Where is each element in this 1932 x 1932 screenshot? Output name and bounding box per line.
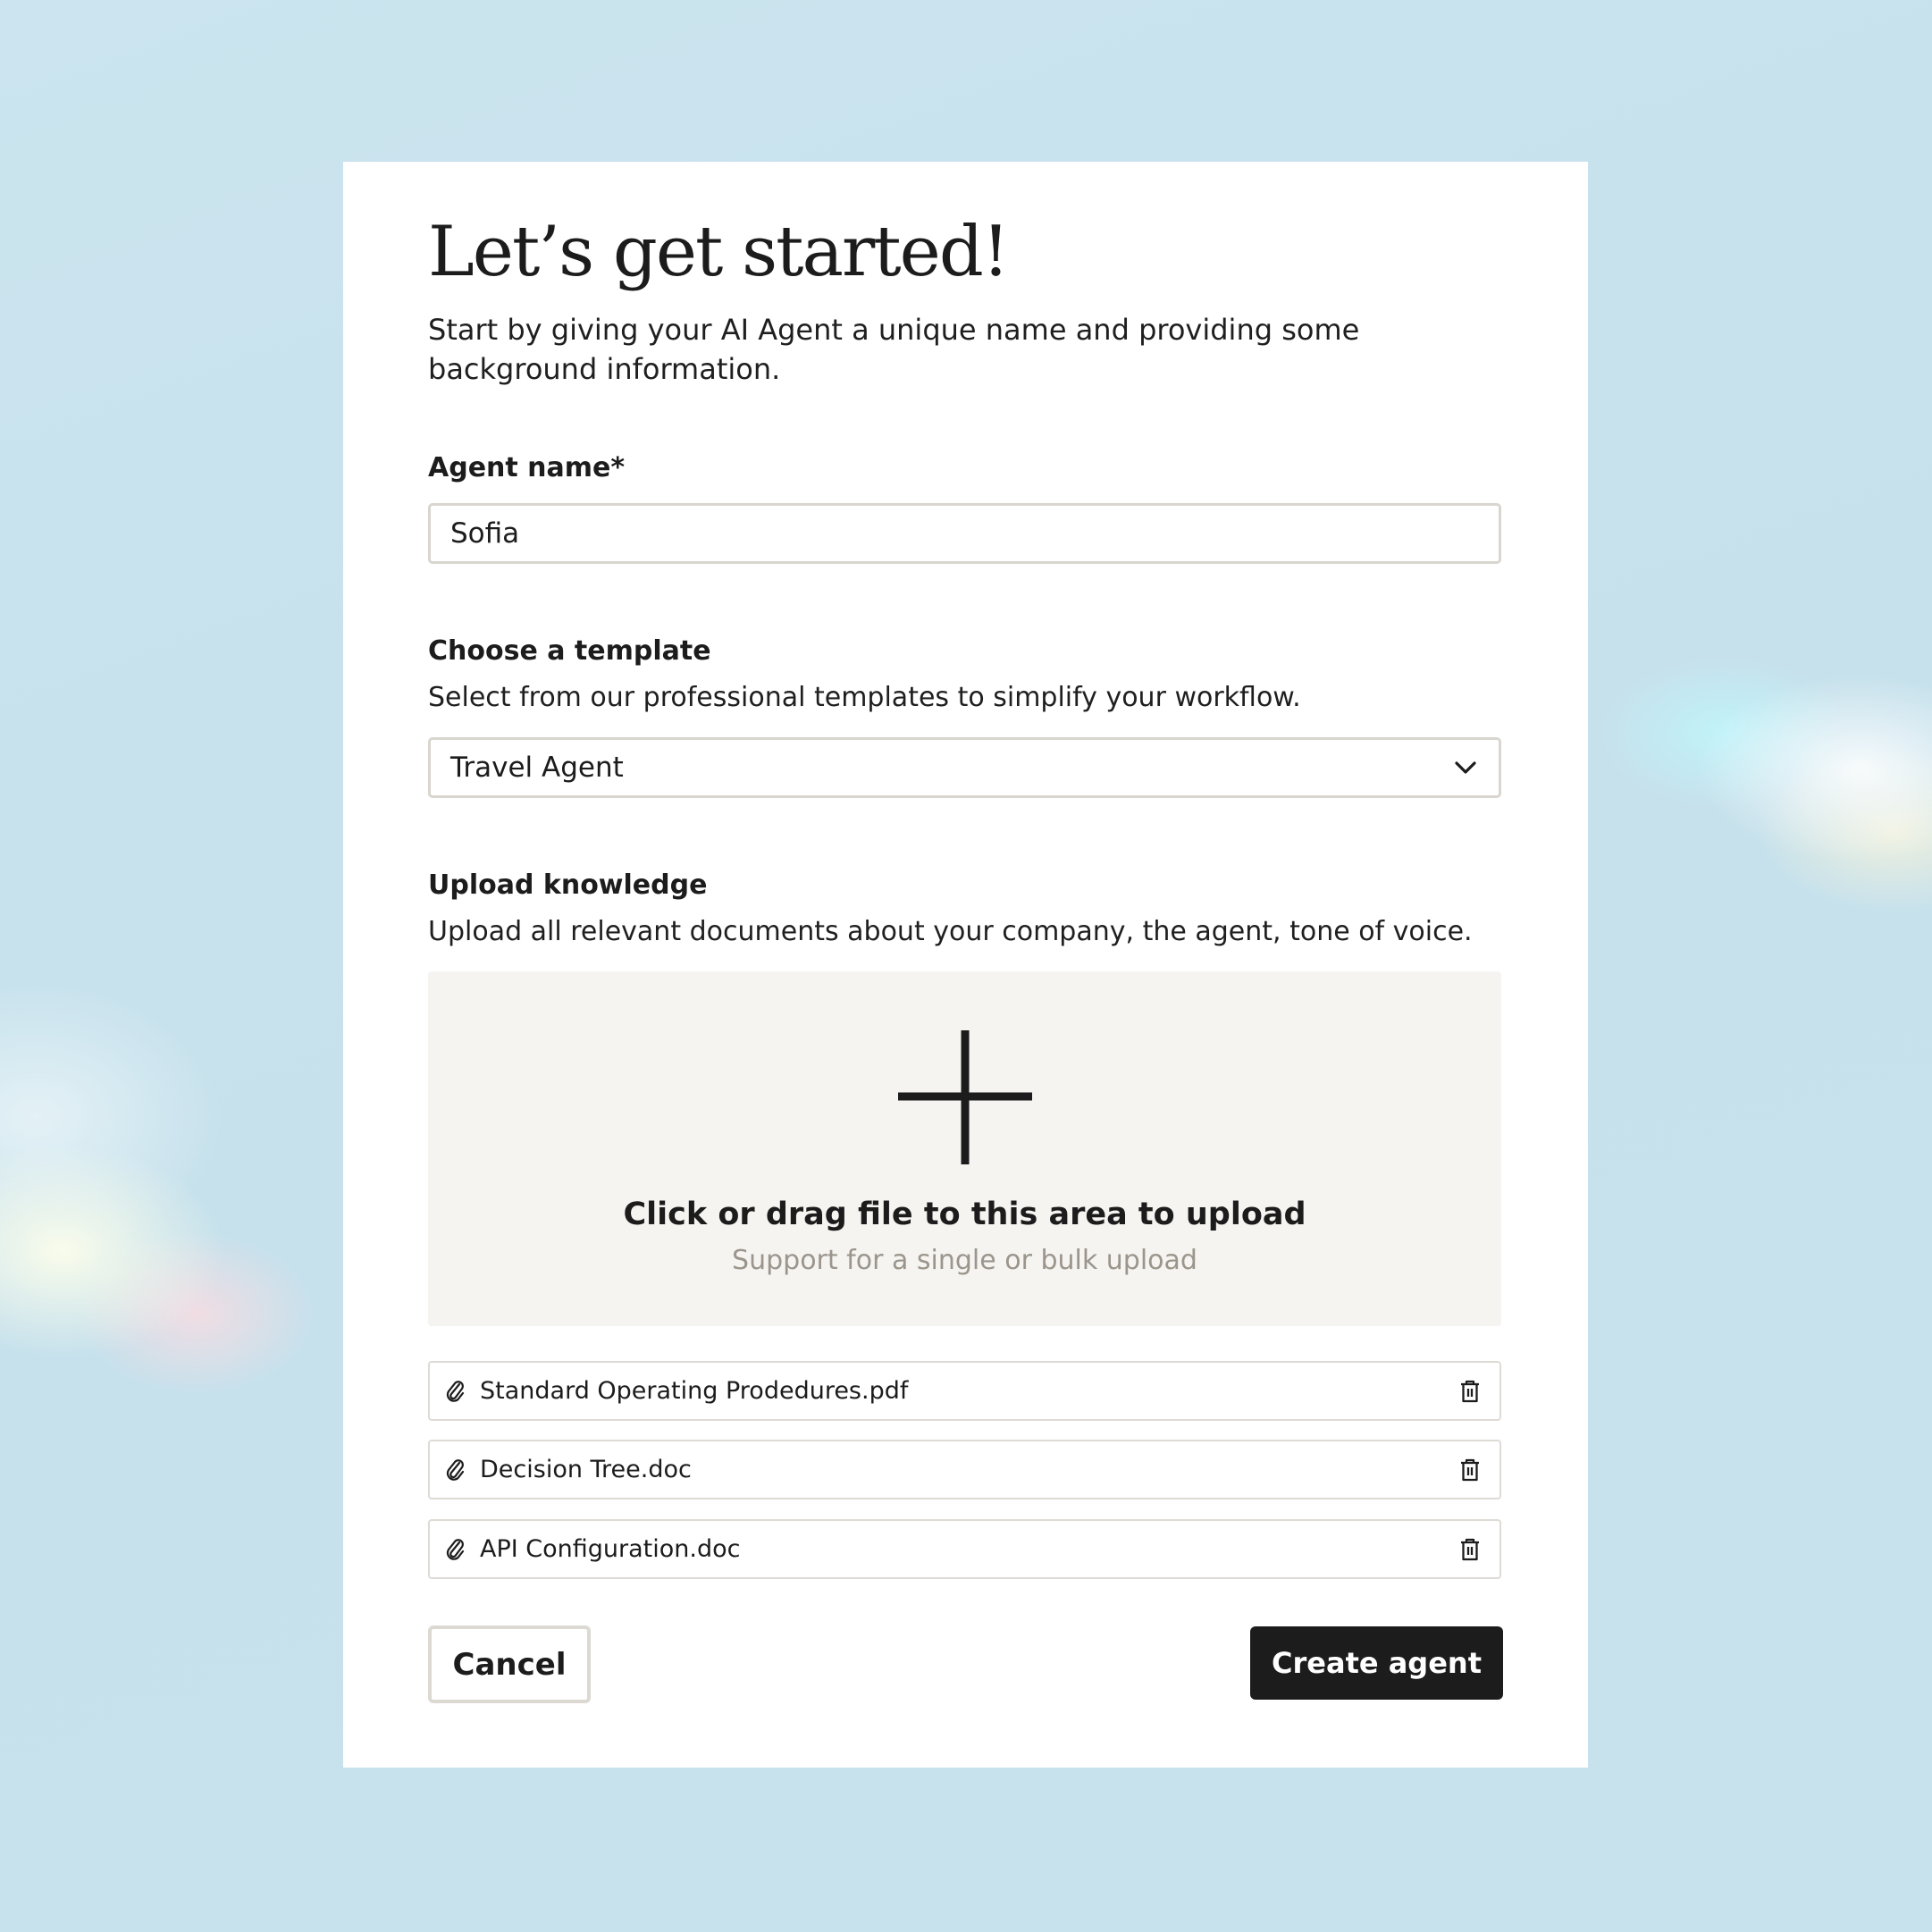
- cancel-button[interactable]: Cancel: [428, 1625, 591, 1703]
- paperclip-icon: [446, 1457, 467, 1483]
- template-label: Choose a template: [428, 635, 711, 667]
- file-name: Standard Operating Prodedures.pdf: [480, 1377, 909, 1405]
- uploaded-file-item: API Configuration.doc: [428, 1519, 1501, 1579]
- trash-icon[interactable]: [1457, 1377, 1483, 1406]
- uploaded-file-item: Standard Operating Prodedures.pdf: [428, 1361, 1501, 1421]
- upload-help: Upload all relevant documents about your…: [428, 916, 1473, 947]
- uploaded-file-item: Decision Tree.doc: [428, 1440, 1501, 1499]
- dropzone-title: Click or drag file to this area to uploa…: [623, 1197, 1306, 1232]
- plus-icon: [898, 1030, 1032, 1164]
- file-name: Decision Tree.doc: [480, 1456, 692, 1483]
- file-name: API Configuration.doc: [480, 1535, 741, 1563]
- page-intro: Start by giving your AI Agent a unique n…: [428, 313, 1360, 386]
- create-agent-button[interactable]: Create agent: [1250, 1626, 1503, 1700]
- trash-icon[interactable]: [1457, 1456, 1483, 1484]
- paperclip-icon: [446, 1378, 467, 1405]
- agent-name-input[interactable]: Sofia: [428, 503, 1501, 564]
- chevron-down-icon: [1452, 754, 1479, 781]
- paperclip-icon: [446, 1536, 467, 1563]
- agent-name-label: Agent name*: [428, 452, 626, 483]
- upload-dropzone[interactable]: Click or drag file to this area to uploa…: [428, 971, 1501, 1326]
- agent-name-value: Sofia: [450, 517, 520, 550]
- trash-icon[interactable]: [1457, 1535, 1483, 1564]
- upload-label: Upload knowledge: [428, 869, 708, 901]
- create-agent-card: Let’s get started! Start by giving your …: [343, 162, 1588, 1768]
- template-help: Select from our professional templates t…: [428, 682, 1301, 713]
- template-select[interactable]: Travel Agent: [428, 737, 1501, 798]
- dropzone-subtitle: Support for a single or bulk upload: [732, 1245, 1197, 1276]
- template-selected-value: Travel Agent: [450, 752, 624, 784]
- page-title: Let’s get started!: [428, 212, 1010, 292]
